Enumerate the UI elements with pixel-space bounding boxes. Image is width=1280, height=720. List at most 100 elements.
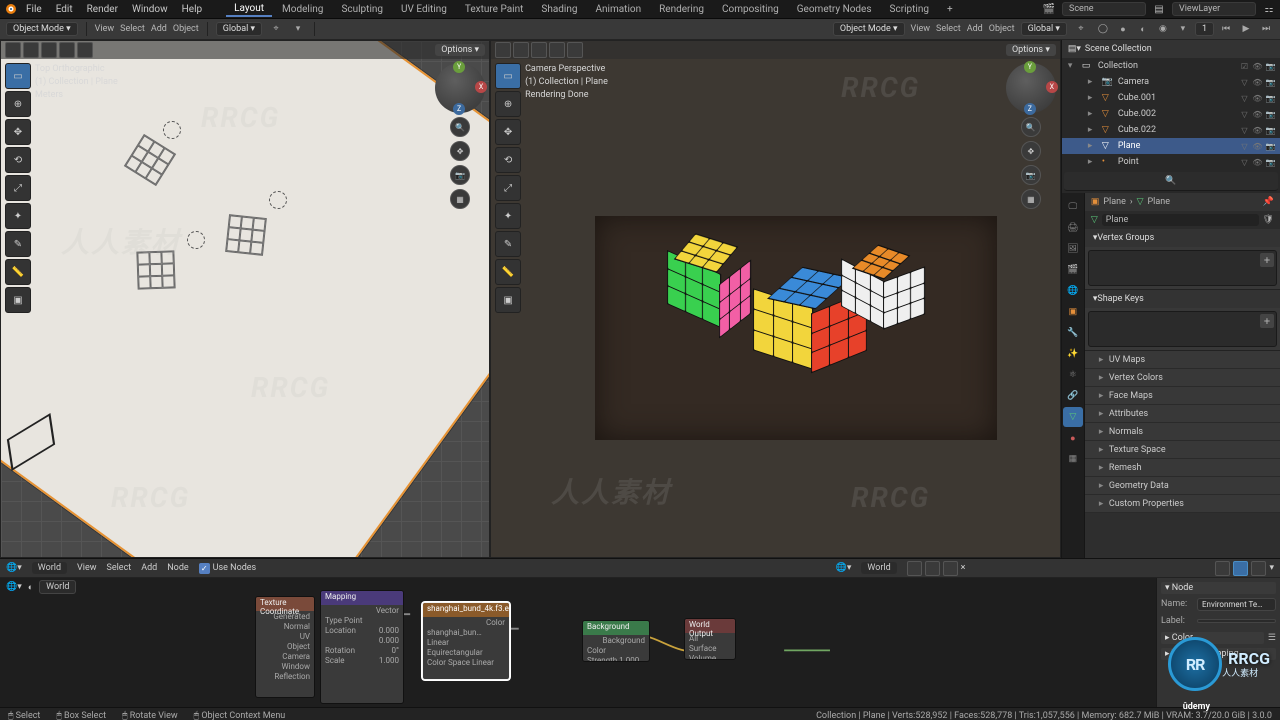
- eye-icon[interactable]: 👁: [1252, 62, 1263, 71]
- camera-toggle-icon[interactable]: 📷: [450, 165, 470, 185]
- menu-help[interactable]: Help: [176, 3, 208, 16]
- ptab-scene[interactable]: 🎬: [1063, 260, 1083, 280]
- node-menu-node[interactable]: Node: [167, 563, 188, 573]
- jump-start-icon[interactable]: ⏮: [1218, 21, 1234, 37]
- checkbox-icon[interactable]: ☑: [1239, 62, 1250, 71]
- toolbar2-view[interactable]: View: [911, 24, 930, 34]
- outliner-item-cube-002[interactable]: ▸▽Cube.002▽👁📷: [1062, 106, 1280, 122]
- ptab-object[interactable]: ▣: [1063, 302, 1083, 322]
- workspace-uvediting[interactable]: UV Editing: [393, 3, 455, 16]
- workspace-sculpting[interactable]: Sculpting: [333, 3, 391, 16]
- vp-selectmode-1[interactable]: [5, 42, 21, 58]
- tool-cursor-r[interactable]: ⊕: [495, 91, 521, 117]
- scene-field[interactable]: Scene: [1062, 2, 1146, 16]
- eye-icon[interactable]: 👁: [1252, 142, 1263, 151]
- prop-uv-maps[interactable]: ▸UV Maps: [1085, 351, 1280, 369]
- node-sidebar-title[interactable]: ▾ Node: [1161, 582, 1276, 594]
- outliner-tree[interactable]: ▾ ▭ Collection ☑👁📷 ▸📷Camera▽👁📷▸▽Cube.001…: [1062, 58, 1280, 170]
- chevron-icon[interactable]: ▸: [1088, 93, 1098, 103]
- world-dropdown-breadcrumb[interactable]: World: [39, 580, 76, 594]
- node-label-field[interactable]: [1197, 619, 1276, 623]
- playback-frame[interactable]: 1: [1195, 22, 1214, 36]
- panel-shape-keys[interactable]: ▾ Shape Keys: [1085, 290, 1280, 308]
- jump-end-icon[interactable]: ⏭: [1258, 21, 1274, 37]
- shading-render-icon[interactable]: ◉: [1155, 21, 1171, 37]
- ptab-world[interactable]: 🌐: [1063, 281, 1083, 301]
- prop-remesh[interactable]: ▸Remesh: [1085, 459, 1280, 477]
- viewport-options-right[interactable]: Options ▾: [1006, 44, 1056, 56]
- tool-move[interactable]: ✥: [5, 119, 31, 145]
- ortho-cube-3[interactable]: [136, 250, 175, 289]
- tool-measure[interactable]: 📏: [5, 259, 31, 285]
- node-editor2-type-icon[interactable]: 🌐▾: [6, 582, 22, 592]
- viewport-right[interactable]: Options ▾ Camera Perspective (1) Collect…: [490, 40, 1061, 558]
- disable-icon[interactable]: ▽: [1239, 78, 1250, 87]
- disable-icon[interactable]: ▽: [1239, 110, 1250, 119]
- render-icon[interactable]: 📷: [1265, 126, 1276, 135]
- ptab-particles[interactable]: ✨: [1063, 344, 1083, 364]
- prop-geometry-data[interactable]: ▸Geometry Data: [1085, 477, 1280, 495]
- tool-select-box-r[interactable]: ▭: [495, 63, 521, 89]
- chevron-icon[interactable]: ▸: [1088, 157, 1098, 167]
- eye-icon[interactable]: 👁: [1252, 78, 1263, 87]
- outliner-item-camera[interactable]: ▸📷Camera▽👁📷: [1062, 74, 1280, 90]
- world-dropdown[interactable]: World: [32, 562, 67, 574]
- tool-measure-r[interactable]: 📏: [495, 259, 521, 285]
- pan-icon[interactable]: ✥: [450, 141, 470, 161]
- render-icon[interactable]: 📷: [1265, 110, 1276, 119]
- add-vgroup-icon[interactable]: +: [1260, 253, 1274, 267]
- workspace-rendering[interactable]: Rendering: [651, 3, 712, 16]
- persp-toggle-icon-r[interactable]: ▦: [1021, 189, 1041, 209]
- ortho-cube-2[interactable]: [225, 214, 267, 256]
- node-environment-texture[interactable]: shanghai_bund_4k.f3.exr Color shanghai_b…: [422, 602, 510, 680]
- tool-move-r[interactable]: ✥: [495, 119, 521, 145]
- vp2-selectmode-1[interactable]: [495, 42, 511, 58]
- render-icon[interactable]: 📷: [1265, 142, 1276, 151]
- workspace-modeling[interactable]: Modeling: [274, 3, 331, 16]
- outliner-editor-icon[interactable]: ▤▾: [1068, 44, 1081, 54]
- node-menu-select[interactable]: Select: [107, 563, 132, 573]
- vp2-selectmode-5[interactable]: [567, 42, 583, 58]
- play-icon[interactable]: ▶: [1238, 21, 1254, 37]
- datablock-name[interactable]: Plane: [1102, 214, 1259, 226]
- pan-icon-r[interactable]: ✥: [1021, 141, 1041, 161]
- tool-addcube[interactable]: ▣: [5, 287, 31, 313]
- node-background[interactable]: Background Background Color Strength 1.0…: [582, 620, 650, 662]
- eye-icon[interactable]: 👁: [1252, 94, 1263, 103]
- eye-icon[interactable]: 👁: [1252, 126, 1263, 135]
- chevron-icon[interactable]: ▸: [1088, 141, 1098, 151]
- toolbar-object[interactable]: Object: [173, 24, 199, 34]
- render-icon[interactable]: 📷: [1265, 78, 1276, 87]
- node-color-toggle[interactable]: ▸ Color: [1161, 632, 1264, 644]
- ortho-light-3[interactable]: [187, 231, 205, 249]
- viewport-options-left[interactable]: Options ▾: [435, 44, 485, 56]
- render-icon[interactable]: 📷: [1265, 62, 1276, 71]
- disable-icon[interactable]: ▽: [1239, 158, 1250, 167]
- prop-texture-space[interactable]: ▸Texture Space: [1085, 441, 1280, 459]
- add-shapekey-icon[interactable]: +: [1260, 314, 1274, 328]
- workspace-add[interactable]: +: [939, 3, 961, 16]
- outliner-item-cube-001[interactable]: ▸▽Cube.001▽👁📷: [1062, 90, 1280, 106]
- outliner-search[interactable]: 🔍: [1064, 172, 1278, 191]
- workspace-geonodes[interactable]: Geometry Nodes: [789, 3, 880, 16]
- filter-icon[interactable]: ⚏: [1262, 2, 1276, 16]
- menu-window[interactable]: Window: [126, 3, 174, 16]
- use-nodes-checkbox[interactable]: ✓Use Nodes: [199, 563, 257, 574]
- outliner-collection[interactable]: ▾ ▭ Collection ☑👁📷: [1062, 58, 1280, 74]
- ptab-texture[interactable]: ▦: [1063, 449, 1083, 469]
- shield-icon[interactable]: 🛡: [1263, 215, 1274, 225]
- orientation-dropdown[interactable]: Global ▾: [216, 22, 262, 36]
- node-texture-mapping-toggle[interactable]: ▸ Texture Mapping: [1161, 648, 1276, 660]
- zoom-icon[interactable]: 🔍: [450, 117, 470, 137]
- disable-icon[interactable]: ▽: [1239, 94, 1250, 103]
- nav-gizmo-right[interactable]: XYZ: [1006, 63, 1056, 113]
- toolbar2-add[interactable]: Add: [967, 24, 983, 34]
- menu-edit[interactable]: Edit: [50, 3, 79, 16]
- mode-dropdown-2[interactable]: Object Mode ▾: [833, 22, 905, 36]
- node-texture-coordinate[interactable]: Texture Coordinate Generated Normal UV O…: [255, 596, 315, 698]
- node-menu-view[interactable]: View: [77, 563, 96, 573]
- prop-face-maps[interactable]: ▸Face Maps: [1085, 387, 1280, 405]
- render-icon[interactable]: 📷: [1265, 94, 1276, 103]
- vp2-selectmode-2[interactable]: [513, 42, 529, 58]
- ptab-render[interactable]: 🖵: [1063, 197, 1083, 217]
